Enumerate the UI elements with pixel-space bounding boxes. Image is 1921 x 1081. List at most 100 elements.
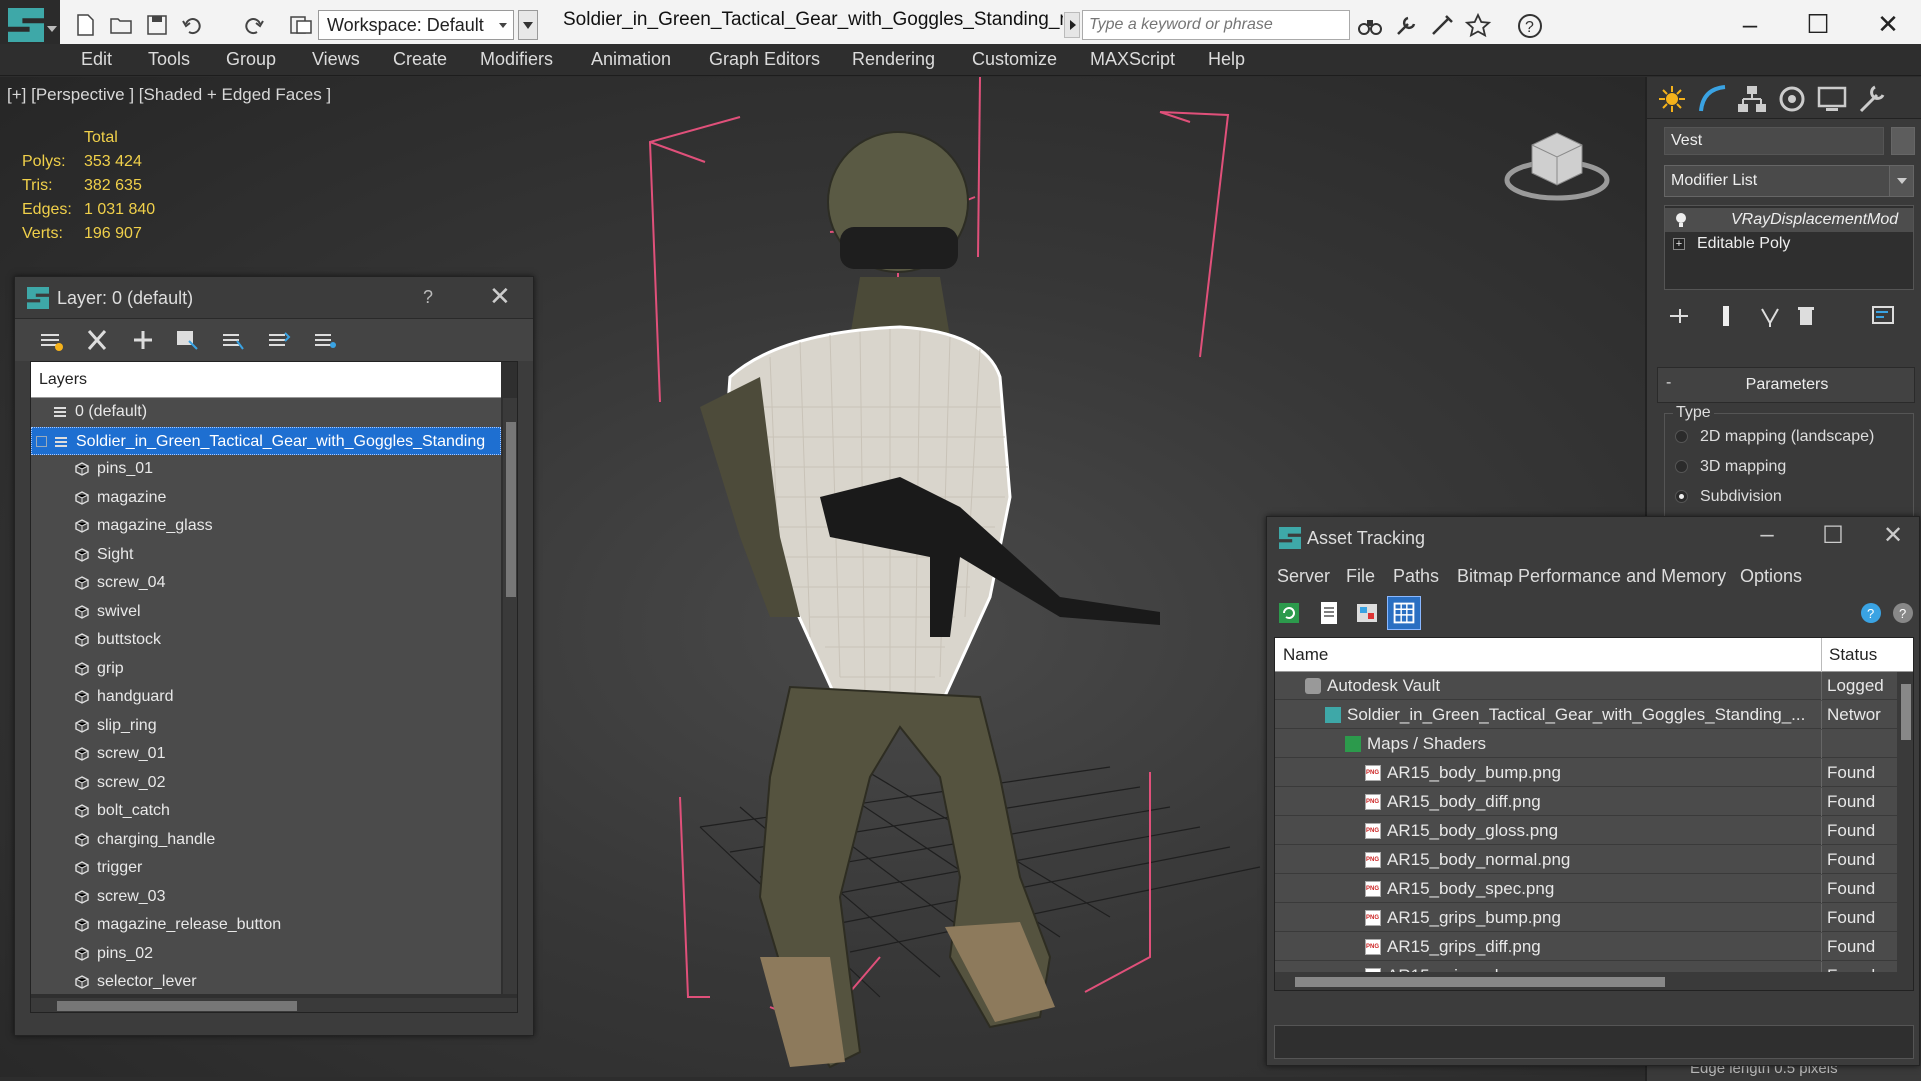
radio-2d-mapping[interactable]: 2D mapping (landscape) <box>1675 426 1905 448</box>
column-name[interactable]: Name <box>1283 645 1328 665</box>
maximize-button[interactable]: ☐ <box>1813 521 1853 550</box>
refresh-icon[interactable] <box>1275 599 1303 627</box>
object-row[interactable]: grip <box>31 655 501 683</box>
new-file-icon[interactable] <box>72 12 98 38</box>
add-to-layer-icon[interactable] <box>129 327 157 353</box>
object-name-field[interactable]: Vest <box>1664 127 1884 155</box>
object-row[interactable]: pins_02 <box>31 940 501 968</box>
scrollbar-thumb[interactable] <box>1295 977 1665 987</box>
undo-icon[interactable] <box>180 12 206 38</box>
radio-button[interactable] <box>1675 460 1688 473</box>
minimize-button[interactable]: – <box>1720 4 1780 44</box>
vertical-scrollbar[interactable] <box>503 398 517 994</box>
list-view-icon[interactable] <box>1315 599 1343 627</box>
motion-tab-icon[interactable] <box>1775 83 1809 115</box>
hierarchy-tab-icon[interactable] <box>1735 83 1769 115</box>
object-row[interactable]: screw_01 <box>31 740 501 768</box>
stack-item[interactable]: VRayDisplacementMod <box>1665 208 1913 232</box>
asset-row[interactable]: AR15_body_spec.png Found <box>1275 875 1897 903</box>
object-row[interactable]: pins_01 <box>31 455 501 483</box>
object-row[interactable]: magazine <box>31 484 501 512</box>
close-button[interactable]: ✕ <box>489 281 511 312</box>
object-color-swatch[interactable] <box>1891 127 1915 155</box>
layer-row[interactable]: 0 (default) <box>31 398 501 426</box>
menu-group[interactable]: Group <box>226 49 276 70</box>
menu-paths[interactable]: Paths <box>1393 566 1439 587</box>
object-row[interactable]: swivel <box>31 598 501 626</box>
highlight-selected-icon[interactable] <box>219 327 247 353</box>
object-row[interactable]: selector_lever <box>31 968 501 994</box>
asset-row[interactable]: AR15_grips_bump.png Found <box>1275 904 1897 932</box>
menu-customize[interactable]: Customize <box>972 49 1057 70</box>
display-tab-icon[interactable] <box>1815 83 1849 115</box>
menu-options[interactable]: Options <box>1740 566 1802 587</box>
stack-item[interactable]: + Editable Poly <box>1665 232 1913 256</box>
save-icon[interactable] <box>144 12 170 38</box>
table-view-icon[interactable] <box>1387 596 1421 630</box>
scrollbar-thumb[interactable] <box>1901 684 1911 740</box>
tools-icon[interactable] <box>1392 12 1420 40</box>
open-folder-icon[interactable] <box>108 12 134 38</box>
binoculars-icon[interactable] <box>1356 12 1384 40</box>
close-button[interactable]: ✕ <box>1858 4 1918 44</box>
help-icon[interactable]: ? <box>1516 12 1544 40</box>
column-divider[interactable] <box>1821 638 1822 672</box>
set-current-layer-icon[interactable] <box>265 327 293 353</box>
layers-column-header[interactable]: Layers <box>31 362 501 398</box>
asset-tracking-titlebar[interactable]: Asset Tracking – ☐ ✕ <box>1267 517 1919 559</box>
search-input[interactable] <box>1082 10 1350 40</box>
pin-stack-icon[interactable] <box>1666 303 1694 329</box>
radio-button[interactable] <box>1675 490 1688 503</box>
utilities-tab-icon[interactable] <box>1855 83 1889 115</box>
remove-modifier-icon[interactable] <box>1792 303 1820 329</box>
object-row[interactable]: magazine_glass <box>31 512 501 540</box>
create-layer-icon[interactable] <box>37 327 65 353</box>
asset-row[interactable]: Maps / Shaders <box>1275 730 1897 758</box>
settings-help-icon[interactable]: ? <box>1889 599 1917 627</box>
help-icon[interactable]: ? <box>1857 599 1885 627</box>
scrollbar-thumb[interactable] <box>506 422 516 597</box>
layer-row[interactable]: Soldier_in_Green_Tactical_Gear_with_Gogg… <box>31 426 501 455</box>
radio-3d-mapping[interactable]: 3D mapping <box>1675 456 1905 478</box>
asset-row[interactable]: Autodesk Vault Logged <box>1275 672 1897 700</box>
menu-modifiers[interactable]: Modifiers <box>480 49 553 70</box>
asset-row[interactable]: AR15_grips_diff.png Found <box>1275 933 1897 961</box>
asset-row[interactable]: AR15_body_diff.png Found <box>1275 788 1897 816</box>
radio-button[interactable] <box>1675 430 1688 443</box>
show-end-result-icon[interactable] <box>1712 303 1740 329</box>
parameters-rollout[interactable]: - Parameters <box>1657 367 1915 403</box>
object-row[interactable]: handguard <box>31 683 501 711</box>
menu-graph-editors[interactable]: Graph Editors <box>709 49 820 70</box>
menu-maxscript[interactable]: MAXScript <box>1090 49 1175 70</box>
menu-rendering[interactable]: Rendering <box>852 49 935 70</box>
asset-row[interactable]: AR15_body_normal.png Found <box>1275 846 1897 874</box>
menu-create[interactable]: Create <box>393 49 447 70</box>
modify-tab-icon[interactable] <box>1695 83 1729 115</box>
horizontal-scrollbar[interactable] <box>31 998 517 1012</box>
expand-arrow-button[interactable] <box>1064 12 1080 38</box>
object-row[interactable]: trigger <box>31 854 501 882</box>
help-button[interactable]: ? <box>423 287 433 308</box>
object-row[interactable]: Sight <box>31 541 501 569</box>
star-icon[interactable] <box>1464 12 1492 40</box>
menu-help[interactable]: Help <box>1208 49 1245 70</box>
asset-row[interactable]: Soldier_in_Green_Tactical_Gear_with_Gogg… <box>1275 701 1897 729</box>
asset-row[interactable]: AR15_body_gloss.png Found <box>1275 817 1897 845</box>
menu-file[interactable]: File <box>1346 566 1375 587</box>
layer-properties-icon[interactable] <box>311 327 339 353</box>
viewport-label[interactable]: [+] [Perspective ] [Shaded + Edged Faces… <box>7 85 331 105</box>
object-row[interactable]: bolt_catch <box>31 797 501 825</box>
delete-layer-icon[interactable] <box>83 327 111 353</box>
redo-icon[interactable] <box>240 12 266 38</box>
app-menu-button[interactable] <box>0 0 60 50</box>
object-row[interactable]: magazine_release_button <box>31 911 501 939</box>
asset-row[interactable]: AR15_body_bump.png Found <box>1275 759 1897 787</box>
thumbnail-view-icon[interactable] <box>1353 599 1381 627</box>
object-row[interactable]: screw_04 <box>31 569 501 597</box>
viewcube-icon[interactable] <box>1502 115 1612 205</box>
radio-subdivision[interactable]: Subdivision <box>1675 486 1905 508</box>
modifier-list-dropdown[interactable]: Modifier List <box>1664 165 1914 197</box>
project-folder-icon[interactable] <box>288 12 314 38</box>
menu-views[interactable]: Views <box>312 49 360 70</box>
create-tab-icon[interactable] <box>1655 83 1689 115</box>
